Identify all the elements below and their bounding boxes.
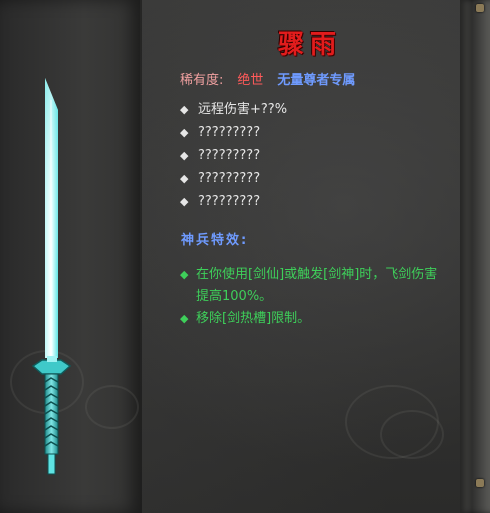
rarity-row: 稀有度: 绝世 无量尊者专属 xyxy=(180,69,355,88)
diamond-bullet-icon: ◆ xyxy=(180,126,189,139)
panel-divider xyxy=(140,0,142,513)
special-effects-list: ◆ 在你使用[剑仙]或触发[剑神]时，飞剑伤害提高100%。 ◆ 移除[剑热槽]限制… xyxy=(180,264,450,330)
exclusive-tag: 无量尊者专属 xyxy=(277,73,356,88)
diamond-bullet-icon: ◆ xyxy=(180,103,189,116)
cyan-sword-icon xyxy=(31,78,72,475)
diamond-bullet-icon: ◆ xyxy=(180,268,189,281)
rarity-label: 稀有度: xyxy=(180,73,224,88)
diamond-bullet-icon: ◆ xyxy=(180,195,189,208)
stat-line: ◆????????? xyxy=(180,144,287,167)
rarity-value: 绝世 xyxy=(237,73,264,88)
item-tooltip-panel: 骤雨 稀有度: 绝世 无量尊者专属 ◆ 远程伤害+??% ◆????????? ◆??… xyxy=(0,0,490,513)
item-name: 骤雨 xyxy=(277,30,342,60)
stat-line: ◆????????? xyxy=(180,190,287,213)
stat-list: ◆ 远程伤害+??% ◆????????? ◆????????? ◆???????… xyxy=(180,98,287,213)
frame-bead-icon xyxy=(476,479,484,487)
special-effect-line: ◆ 移除[剑热槽]限制。 xyxy=(180,308,450,330)
cloud-ornament xyxy=(380,410,444,459)
diamond-bullet-icon: ◆ xyxy=(180,172,189,185)
stat-line: ◆????????? xyxy=(180,167,287,190)
diamond-bullet-icon: ◆ xyxy=(180,149,189,162)
special-effects-title: 神兵特效: xyxy=(181,233,249,248)
frame-bead-icon xyxy=(476,4,484,12)
special-effect-line: ◆ 在你使用[剑仙]或触发[剑神]时，飞剑伤害提高100%。 xyxy=(180,264,450,308)
diamond-bullet-icon: ◆ xyxy=(180,312,189,325)
sword-guard xyxy=(31,359,72,375)
stat-line: ◆????????? xyxy=(180,121,287,144)
sword-pommel xyxy=(47,453,56,475)
right-scroll-frame xyxy=(460,0,490,513)
stat-line: ◆ 远程伤害+??% xyxy=(180,98,287,121)
